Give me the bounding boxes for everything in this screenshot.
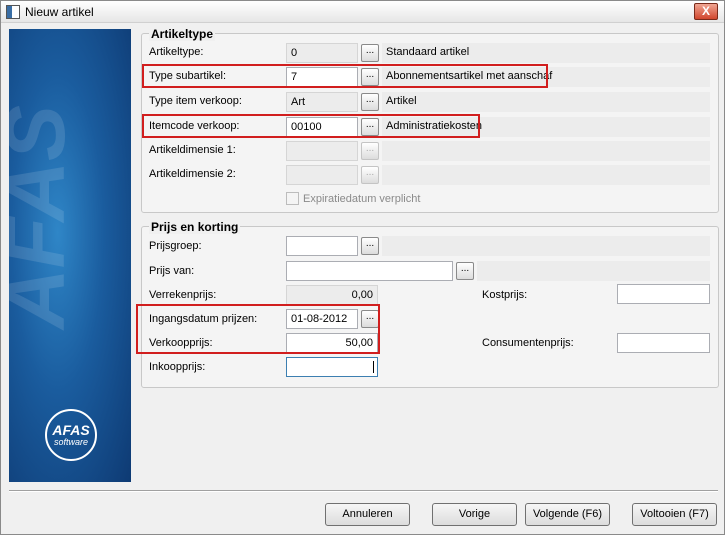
artikeldimensie-1-lookup-button[interactable]: ... — [361, 142, 379, 160]
consumentenprijs-field[interactable] — [617, 333, 710, 353]
type-item-verkoop-field[interactable]: Art — [286, 92, 358, 112]
artikeldimensie-1-field[interactable] — [286, 141, 358, 161]
kostprijs-field[interactable] — [617, 284, 710, 304]
artikeltype-field[interactable]: 0 — [286, 43, 358, 63]
consumentenprijs-label: Consumentenprijs: — [482, 337, 574, 349]
highlight-prijzen — [136, 304, 380, 354]
expiratiedatum-label: Expiratiedatum verplicht — [303, 193, 421, 205]
artikeldimensie-2-field[interactable] — [286, 165, 358, 185]
annuleren-button[interactable]: Annuleren — [325, 503, 410, 526]
type-item-verkoop-lookup-button[interactable]: ... — [361, 93, 379, 111]
artikeltype-label: Artikeltype: — [149, 46, 204, 58]
prijs-van-label: Prijs van: — [149, 265, 195, 277]
text-cursor — [373, 361, 374, 373]
window-title: Nieuw artikel — [25, 5, 94, 19]
verrekenprijs-field[interactable]: 0,00 — [286, 285, 378, 305]
highlight-itemcode-verkoop — [142, 114, 480, 138]
voltooien-button[interactable]: Voltooien (F7) — [632, 503, 717, 526]
highlight-type-subartikel — [142, 64, 548, 88]
window-icon — [6, 5, 20, 19]
artikeldimensie-2-lookup-button[interactable]: ... — [361, 166, 379, 184]
afas-logo: AFAS software — [45, 409, 97, 461]
prijs-korting-title: Prijs en korting — [149, 220, 241, 234]
verrekenprijs-label: Verrekenprijs: — [149, 289, 217, 301]
artikeldimensie-2-label: Artikeldimensie 2: — [149, 168, 236, 180]
expiratiedatum-checkbox[interactable] — [286, 192, 299, 205]
artikeltype-description: Standaard artikel — [382, 43, 710, 63]
inkoopprijs-label: Inkoopprijs: — [149, 361, 206, 373]
close-button[interactable]: X — [694, 3, 718, 20]
type-item-verkoop-label: Type item verkoop: — [149, 95, 242, 107]
artikeltype-lookup-button[interactable]: ... — [361, 44, 379, 62]
afas-watermark: AFAS — [9, 104, 82, 329]
artikeldimensie-2-description — [382, 165, 710, 185]
artikeltype-title: Artikeltype — [149, 27, 216, 41]
artikeldimensie-1-description — [382, 141, 710, 161]
prijsgroep-label: Prijsgroep: — [149, 240, 202, 252]
inkoopprijs-field[interactable] — [286, 357, 378, 377]
vorige-button[interactable]: Vorige — [432, 503, 517, 526]
prijsgroep-lookup-button[interactable]: ... — [361, 237, 379, 255]
prijs-van-field[interactable] — [286, 261, 453, 281]
type-item-verkoop-description: Artikel — [382, 92, 710, 112]
artikeldimensie-1-label: Artikeldimensie 1: — [149, 144, 236, 156]
prijs-van-lookup-button[interactable]: ... — [456, 262, 474, 280]
afas-sidebar-banner: AFAS AFAS software — [9, 29, 131, 482]
kostprijs-label: Kostprijs: — [482, 289, 528, 301]
prijsgroep-description — [382, 236, 710, 256]
prijsgroep-field[interactable] — [286, 236, 358, 256]
footer-separator — [9, 490, 718, 492]
title-bar: Nieuw artikel X — [1, 1, 724, 23]
volgende-button[interactable]: Volgende (F6) — [525, 503, 610, 526]
prijs-van-description — [477, 261, 710, 281]
dialog-window: Nieuw artikel X AFAS AFAS software Artik… — [0, 0, 725, 535]
